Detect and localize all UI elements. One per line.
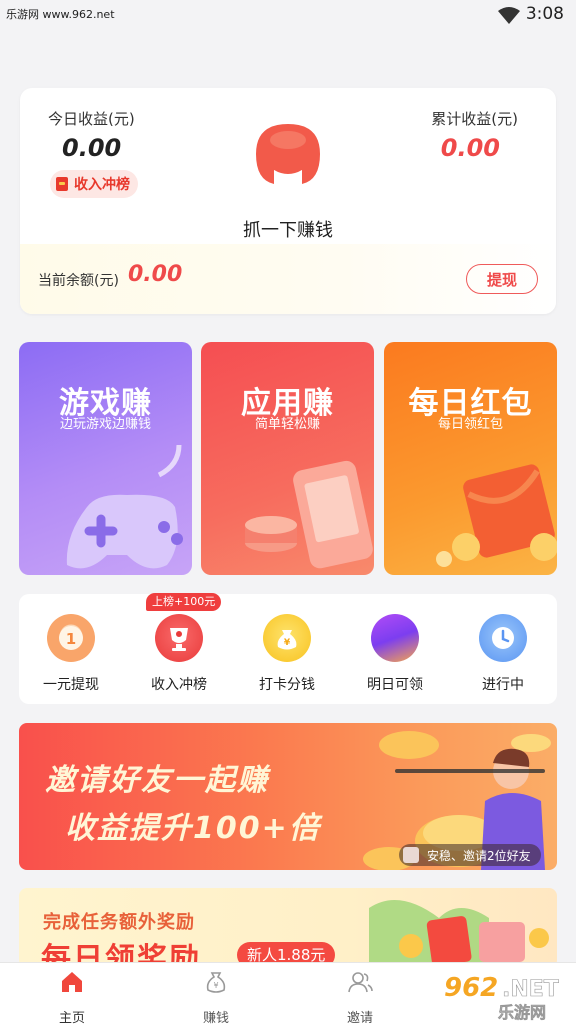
tab-label: 邀请 <box>346 1011 373 1024</box>
trophy-icon <box>155 614 203 662</box>
earnings-card: 今日收益(元) 0.00 收入冲榜 累计收益(元) 0.00 抓一下赚钱 当前余… <box>20 88 556 314</box>
quick-checkin-split[interactable]: ¥ 打卡分钱 <box>237 614 337 694</box>
avatar <box>403 847 419 863</box>
feature-app-earn[interactable]: 应用赚 简单轻松赚 <box>201 342 374 575</box>
rank-bonus-tag: 上榜+100元 <box>146 593 222 611</box>
brand-watermark-logo: 962 .NET 乐游网 <box>444 973 559 1022</box>
svg-text:962: 962 <box>444 973 498 1003</box>
total-earnings-value: 0.00 <box>440 134 500 162</box>
status-time: 3:08 <box>525 4 564 24</box>
feature-subtitle: 简单轻松赚 <box>254 417 320 432</box>
svg-text:1: 1 <box>66 630 76 648</box>
wifi-icon <box>498 7 520 24</box>
coin-one-icon: 1 <box>47 614 95 662</box>
quick-tomorrow-claim[interactable]: 明日可领 <box>345 614 445 694</box>
svg-text:¥: ¥ <box>284 638 291 648</box>
red-envelope-icon <box>56 177 68 191</box>
tab-earn[interactable]: ¥ 赚钱 <box>176 969 256 1024</box>
balance-label: 当前余额(元) <box>38 273 119 289</box>
grab-claw-icon[interactable] <box>250 118 326 188</box>
total-earnings-label: 累计收益(元) <box>431 110 518 128</box>
quick-in-progress[interactable]: 进行中 <box>453 614 553 694</box>
quick-label: 进行中 <box>482 677 524 693</box>
status-bar: 乐游网 www.962.net 3:08 <box>0 0 576 30</box>
balance-bar: 当前余额(元) 0.00 提现 <box>20 244 556 314</box>
invite-ticker: 安稳、邀请2位好友 <box>399 844 541 866</box>
invite-ticker-text: 安稳、邀请2位好友 <box>427 848 531 863</box>
bottom-tab-bar: 主页 ¥ 赚钱 邀请 962 .NET 乐游网 <box>0 962 576 1024</box>
withdraw-button[interactable]: 提现 <box>466 264 538 294</box>
feature-subtitle: 每日领红包 <box>437 417 503 432</box>
quick-income-rank[interactable]: 收入冲榜 <box>129 614 229 694</box>
grab-money-label[interactable]: 抓一下赚钱 <box>20 216 556 242</box>
daily-reward-banner[interactable]: 完成任务额外奖励 每日领奖励 新人1.88元 <box>19 888 557 968</box>
money-bag-icon: ¥ <box>263 614 311 662</box>
quick-actions-row: 上榜+100元 1 一元提现 收入冲榜 ¥ 打卡分钱 明日可领 进行中 <box>19 593 557 704</box>
svg-text:¥: ¥ <box>213 981 218 990</box>
svg-text:乐游网: 乐游网 <box>498 1003 546 1022</box>
invite-friends-banner[interactable]: 邀请好友一起赚 收益提升100+倍 安稳、邀请2位好友 <box>19 723 557 870</box>
phone-coins-icon <box>245 460 373 569</box>
quick-one-yuan-withdraw[interactable]: 1 一元提现 <box>21 614 121 694</box>
users-icon <box>348 972 373 993</box>
tab-invite[interactable]: 邀请 <box>320 969 400 1024</box>
invite-headline: 邀请好友一起赚 <box>45 763 269 798</box>
quick-label: 一元提现 <box>43 677 99 693</box>
income-rank-badge[interactable]: 收入冲榜 <box>50 170 138 198</box>
reward-headline: 完成任务额外奖励 <box>43 912 195 933</box>
svg-text:.NET: .NET <box>502 977 559 1002</box>
quick-label: 明日可领 <box>367 677 423 693</box>
feature-daily-redpacket[interactable]: 每日红包 每日领红包 <box>384 342 557 575</box>
feature-subtitle: 边玩游戏边赚钱 <box>59 417 151 432</box>
income-rank-label: 收入冲榜 <box>74 177 130 193</box>
tab-label: 主页 <box>58 1011 85 1024</box>
feature-game-earn[interactable]: 游戏赚 边玩游戏边赚钱 <box>19 342 192 575</box>
tab-label: 赚钱 <box>202 1011 229 1024</box>
today-earnings-value: 0.00 <box>62 134 122 162</box>
quick-label: 收入冲榜 <box>151 677 207 693</box>
site-watermark: 乐游网 www.962.net <box>6 8 115 21</box>
money-bag-icon: ¥ <box>206 972 226 993</box>
invite-subheadline: 收益提升100+倍 <box>65 811 321 846</box>
today-earnings-label: 今日收益(元) <box>48 110 135 128</box>
red-envelope-icon <box>436 464 557 567</box>
gamepad-icon <box>66 444 183 569</box>
clock-icon <box>479 614 527 662</box>
balance-value: 0.00 <box>128 262 183 287</box>
quick-label: 打卡分钱 <box>259 677 315 693</box>
home-icon <box>62 972 82 992</box>
tab-home[interactable]: 主页 <box>32 969 112 1024</box>
purple-orb-icon <box>371 614 419 662</box>
